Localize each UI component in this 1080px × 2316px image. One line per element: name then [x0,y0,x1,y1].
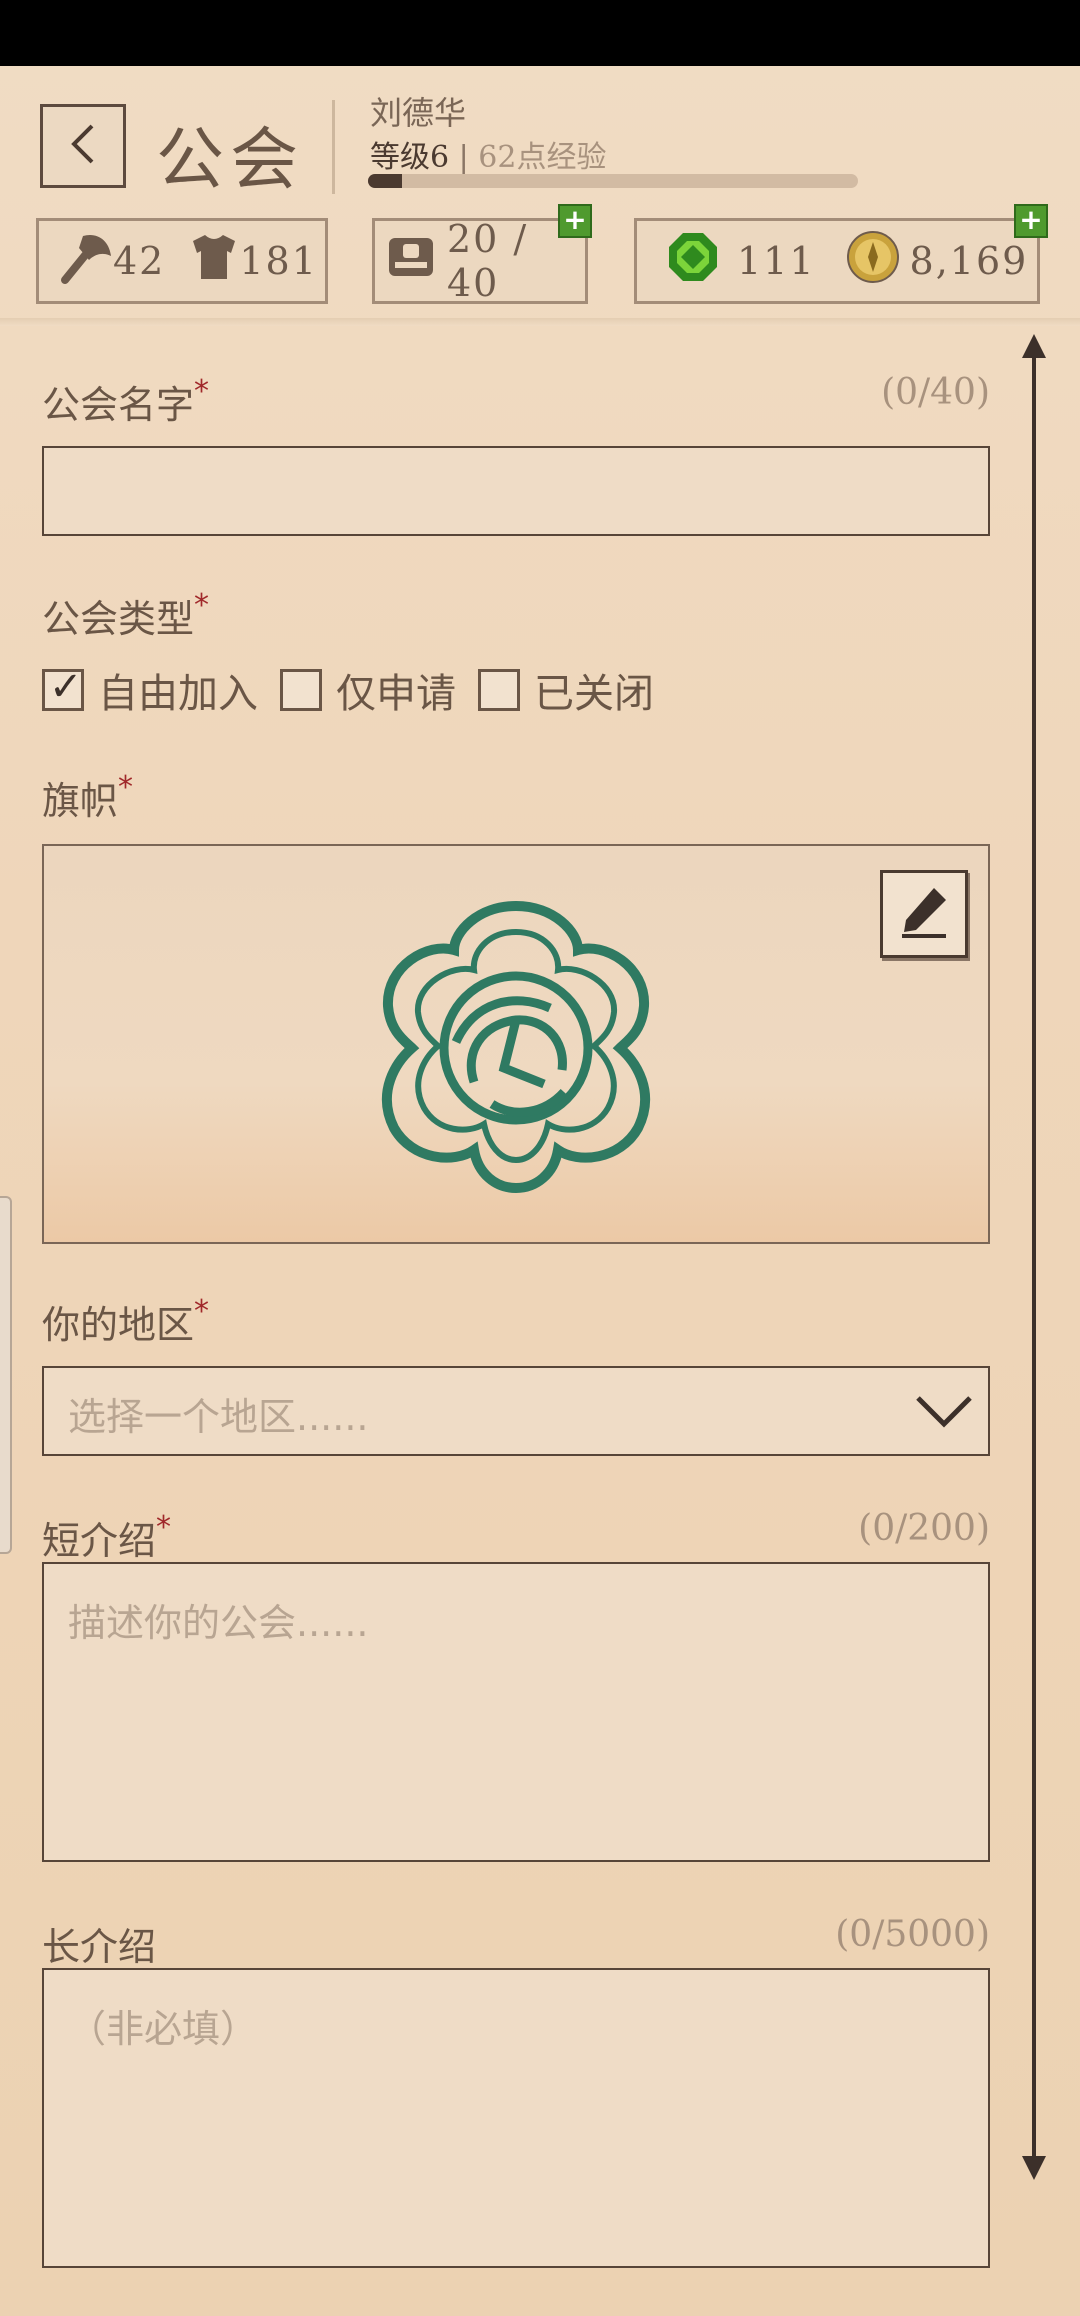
closed-checkbox[interactable] [478,669,520,711]
gold-coin-icon [846,230,900,293]
apply-only-checkbox[interactable] [280,669,322,711]
header: 公会 刘德华 等级6 | 62点经验 42 181 20 / 40 + 111 … [0,66,1080,326]
short-intro-textarea[interactable]: 描述你的公会...... [42,1562,990,1862]
closed-label[interactable]: 已关闭 [534,661,654,719]
player-name: 刘德华 [370,94,467,132]
pencil-icon [896,884,952,944]
apply-only-label[interactable]: 仅申请 [336,661,456,719]
chevron-down-icon [912,1382,976,1446]
short-intro-placeholder: 描述你的公会...... [68,1601,369,1645]
player-level: 等级6 [370,140,450,175]
combat-stats[interactable]: 42 181 [36,218,328,304]
back-button[interactable] [40,104,126,188]
long-intro-textarea[interactable]: （非必填） [42,1968,990,2268]
xp-progress-fill [368,174,403,188]
scrollbar[interactable] [1032,340,1036,2170]
defense-value: 181 [239,239,318,283]
long-intro-placeholder: （非必填） [68,2007,259,2051]
level-line: 等级6 | 62点经验 [370,140,607,175]
banner-label: 旗帜* [42,770,134,823]
guild-type-options: ✓ 自由加入 仅申请 已关闭 [42,661,676,719]
status-bar [0,0,1080,66]
region-label: 你的地区* [42,1294,210,1347]
axe-icon [57,230,113,293]
banner-preview[interactable] [42,844,990,1244]
header-divider [0,318,1080,326]
guild-members-icon [385,232,437,291]
guild-name-input[interactable] [42,446,990,536]
add-currency-button[interactable]: + [1014,204,1048,238]
add-members-button[interactable]: + [558,204,592,238]
gold-value: 8,169 [909,239,1029,283]
short-intro-label: 短介绍* [42,1510,172,1563]
long-intro-counter: (0/5000) [835,1914,990,1955]
open-join-label[interactable]: 自由加入 [98,661,258,719]
gems-value: 111 [737,239,816,283]
long-intro-label: 长介绍 [42,1925,157,1969]
edit-banner-button[interactable] [880,870,968,958]
guild-emblem-icon [364,892,668,1196]
short-intro-counter: (0/200) [858,1508,990,1549]
checkmark-icon: ✓ [49,664,83,710]
currency-stats[interactable]: 111 8,169 [634,218,1040,304]
side-panel-handle[interactable] [0,1196,12,1554]
gem-icon [665,229,721,294]
region-select[interactable]: 选择一个地区...... [42,1366,990,1456]
guild-name-counter: (0/40) [881,372,990,413]
guild-name-label: 公会名字* [42,374,210,427]
attack-value: 42 [113,239,166,283]
open-join-checkbox[interactable]: ✓ [42,664,84,711]
armor-icon [189,231,239,292]
member-count[interactable]: 20 / 40 [372,217,588,305]
divider [332,100,335,194]
page-title: 公会 [156,121,305,200]
chevron-left-icon [68,122,98,170]
scroll-down-arrow[interactable] [1022,2156,1046,2180]
guild-type-label: 公会类型* [42,588,210,641]
player-xp: 62点经验 [478,140,607,175]
xp-progress-bar [368,174,858,188]
region-placeholder: 选择一个地区...... [68,1395,369,1439]
